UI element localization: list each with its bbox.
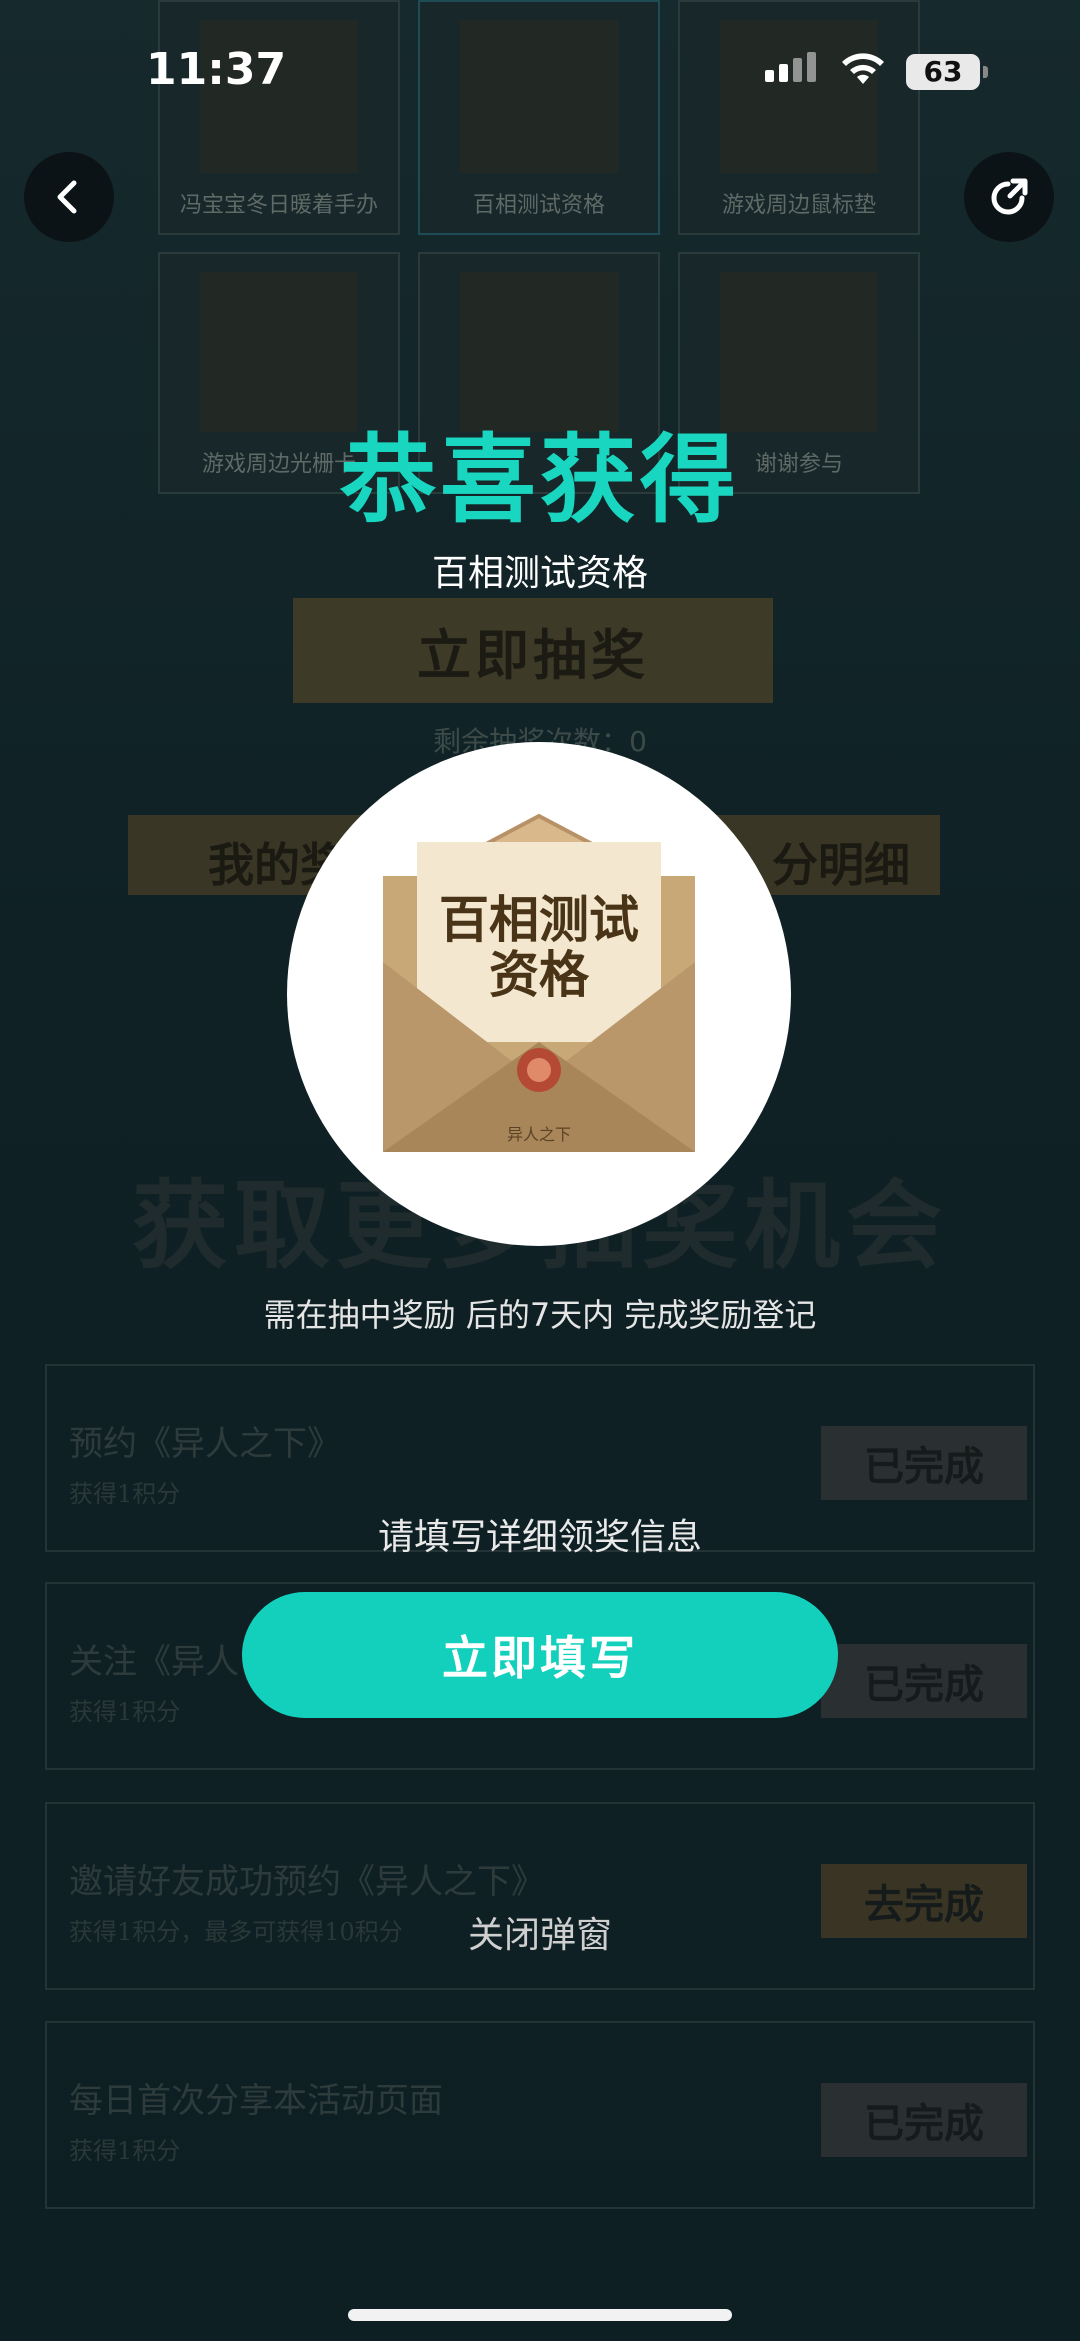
envelope-text: 百相测试 bbox=[439, 890, 639, 949]
task-title: 关注《异人 bbox=[69, 1642, 239, 1682]
prize-image: 百相测试 资格 异人之下 bbox=[287, 742, 791, 1246]
prize-name: 百相测试资格 bbox=[431, 553, 648, 594]
task-row: 邀请好友成功预约《异人之下》 获得1积分，最多可获得10积分 去完成 bbox=[45, 1802, 1035, 1990]
share-button[interactable] bbox=[964, 152, 1054, 242]
home-indicator[interactable] bbox=[348, 2309, 732, 2321]
task-button: 已完成 bbox=[821, 2083, 1027, 2157]
task-title: 每日首次分享本活动页面 bbox=[69, 2081, 443, 2121]
back-button[interactable] bbox=[24, 152, 114, 242]
share-icon bbox=[991, 178, 1028, 215]
fill-now-button[interactable]: 立即填写 bbox=[242, 1592, 838, 1718]
modal-title: 恭喜获得 bbox=[340, 424, 740, 536]
envelope-icon: 百相测试 资格 异人之下 bbox=[383, 813, 695, 1152]
draw-button: 立即抽奖 bbox=[293, 598, 773, 703]
battery-icon: 63 bbox=[906, 54, 988, 90]
chevron-left-icon bbox=[57, 180, 77, 214]
tab-points-detail: 分明细 bbox=[772, 838, 910, 892]
wifi-icon bbox=[842, 53, 884, 84]
task-subtitle: 获得1积分 bbox=[69, 2137, 181, 2165]
cellular-signal-icon bbox=[765, 52, 821, 82]
task-button: 已完成 bbox=[821, 1644, 1027, 1718]
fill-info-prompt: 请填写详细领奖信息 bbox=[377, 1517, 702, 1558]
envelope-footer: 异人之下 bbox=[507, 1125, 571, 1144]
task-button: 已完成 bbox=[821, 1426, 1027, 1500]
task-subtitle: 获得1积分 bbox=[69, 1698, 181, 1726]
prize-caption: 百相测试资格 bbox=[472, 193, 605, 218]
close-modal-link[interactable]: 关闭弹窗 bbox=[0, 1906, 1080, 1958]
task-subtitle: 获得1积分 bbox=[69, 1480, 181, 1508]
prize-caption: 游戏周边鼠标垫 bbox=[721, 193, 876, 218]
battery-level: 63 bbox=[923, 55, 963, 88]
task-title: 邀请好友成功预约《异人之下》 bbox=[69, 1862, 545, 1902]
envelope-text: 资格 bbox=[489, 945, 590, 1004]
task-row: 每日首次分享本活动页面 获得1积分 已完成 bbox=[45, 2021, 1035, 2209]
prize-caption: 冯宝宝冬日暖着手办 bbox=[179, 193, 378, 218]
status-bar: 11:37 63 bbox=[0, 0, 1080, 140]
task-title: 预约《异人之下》 bbox=[69, 1424, 341, 1464]
status-time: 11:37 bbox=[146, 44, 287, 95]
deadline-note: 需在抽中奖励 后的7天内 完成奖励登记 bbox=[263, 1296, 817, 1334]
